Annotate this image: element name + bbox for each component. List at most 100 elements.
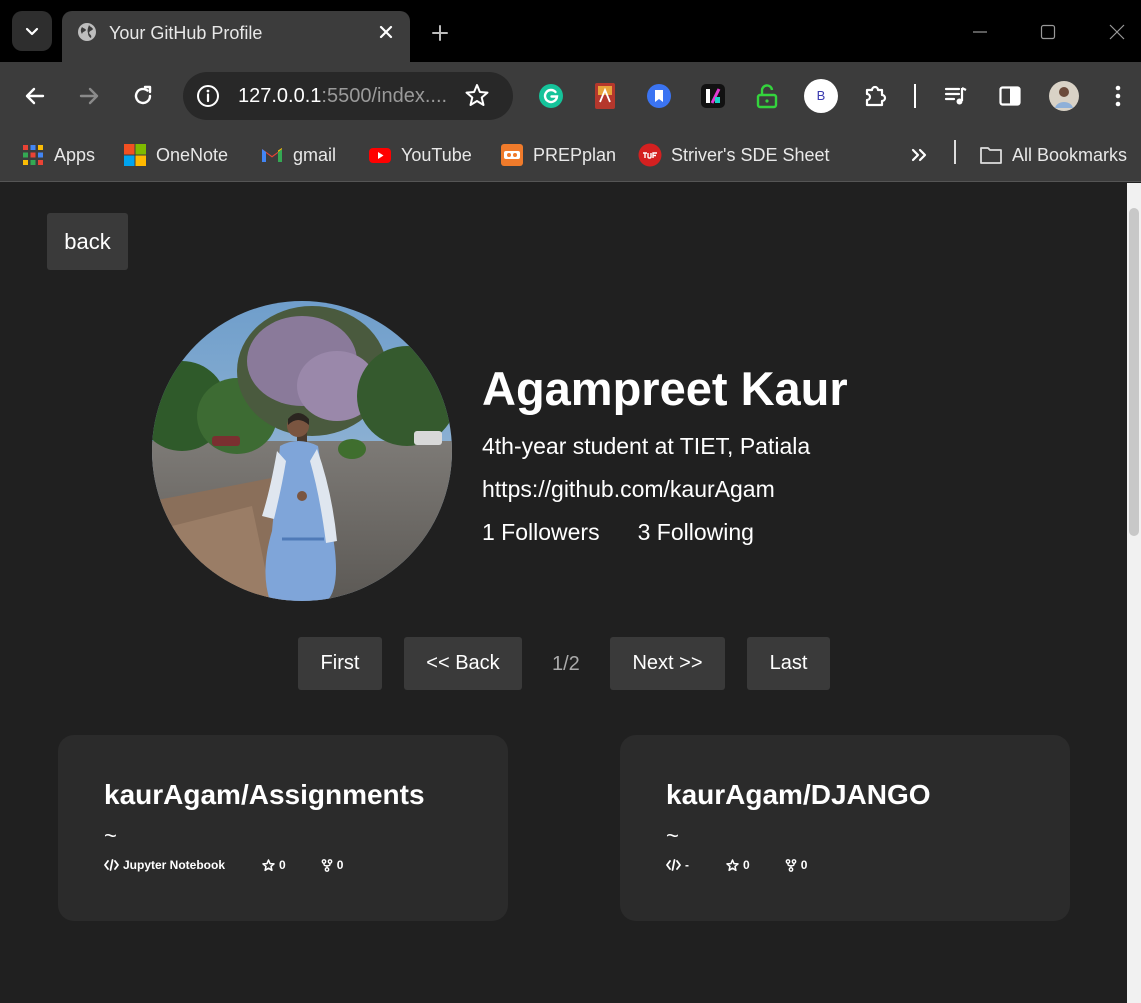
folder-icon — [980, 147, 1002, 164]
bookmarks-overflow-button[interactable] — [909, 140, 929, 170]
apps-grid-icon — [23, 145, 43, 165]
app-extension-icon — [701, 84, 725, 108]
repo-language: Jupyter Notebook — [104, 858, 225, 872]
bookmarks-divider — [954, 140, 956, 164]
back-button[interactable]: back — [47, 213, 128, 270]
repo-meta: - 0 0 — [666, 858, 807, 872]
repo-forks: 0 — [321, 858, 344, 872]
grammarly-icon — [539, 84, 563, 108]
bookmarks-bar: Apps OneNote gmail YouTube PREPplan Stri… — [0, 130, 1141, 182]
repo-language: - — [666, 858, 689, 872]
side-panel-button[interactable] — [992, 78, 1028, 114]
repo-forks-count: 0 — [336, 858, 344, 872]
chevron-down-icon — [25, 27, 39, 36]
site-info-icon[interactable] — [195, 83, 221, 109]
maximize-icon — [1040, 24, 1056, 40]
bookmark-label: Apps — [54, 144, 96, 165]
repo-name[interactable]: kaurAgam/Assignments — [104, 779, 425, 811]
scrollbar-thumb[interactable] — [1129, 208, 1139, 536]
bookmark-label: PREPplan — [533, 144, 617, 165]
follow-stats: 1 Followers 3 Following — [482, 519, 754, 546]
repo-name[interactable]: kaurAgam/DJANGO — [666, 779, 931, 811]
close-icon — [379, 25, 393, 39]
kebab-menu-icon — [1115, 85, 1121, 107]
new-tab-button[interactable] — [426, 20, 454, 46]
avatar — [1049, 81, 1079, 111]
forward-nav-button[interactable] — [70, 77, 108, 115]
profile-name: Agampreet Kaur — [482, 362, 848, 415]
star-icon[interactable] — [463, 82, 491, 110]
unlock-icon — [756, 84, 778, 109]
tuf-icon — [638, 143, 662, 167]
bookmark-onenote[interactable]: OneNote — [123, 140, 228, 170]
bookmark-icon — [647, 84, 671, 108]
gmail-icon — [262, 148, 282, 162]
profile-avatar-button[interactable] — [1046, 78, 1082, 114]
code-icon — [104, 859, 119, 871]
grammarly-extension[interactable] — [533, 78, 569, 114]
repo-card[interactable]: kaurAgam/DJANGO ~ - 0 0 — [620, 735, 1070, 921]
active-tab[interactable]: Your GitHub Profile — [62, 11, 410, 62]
youtube-icon — [369, 148, 391, 163]
last-page-button[interactable]: Last — [747, 637, 830, 690]
bookmark-gmail[interactable]: gmail — [260, 140, 336, 170]
bookmark-prepplan[interactable]: PREPplan — [500, 140, 616, 170]
bookmark-label: Striver's SDE Sheet — [671, 144, 830, 165]
pdf-icon — [595, 83, 615, 109]
fork-icon — [321, 858, 333, 872]
bookmark-youtube[interactable]: YouTube — [368, 140, 472, 170]
profile-bio: 4th-year student at TIET, Patiala — [482, 433, 811, 459]
reload-button[interactable] — [124, 77, 162, 115]
double-chevron-right-icon — [911, 148, 927, 162]
side-panel-icon — [999, 86, 1021, 106]
bookmark-striver[interactable]: Striver's SDE Sheet — [638, 140, 830, 170]
all-bookmarks-label: All Bookmarks — [1012, 144, 1128, 165]
globe-icon — [78, 23, 96, 41]
profile-photo — [152, 301, 452, 601]
bookmark-label: YouTube — [401, 144, 472, 165]
tab-title: Your GitHub Profile — [109, 23, 263, 43]
next-page-button[interactable]: Next >> — [610, 637, 725, 690]
profile-b-extension[interactable]: B — [803, 78, 839, 114]
toolbar-divider — [914, 84, 916, 108]
repo-meta: Jupyter Notebook 0 0 — [104, 858, 343, 872]
close-icon — [1109, 24, 1125, 40]
chrome-menu-button[interactable] — [1100, 78, 1136, 114]
prepplan-icon — [501, 144, 523, 166]
star-icon — [262, 858, 275, 871]
music-extension[interactable] — [695, 78, 731, 114]
plus-icon — [432, 25, 448, 41]
maximize-button[interactable] — [1033, 18, 1063, 46]
arrow-left-icon — [25, 87, 45, 105]
page-indicator: 1/2 — [552, 653, 580, 675]
previous-page-button[interactable]: << Back — [404, 637, 522, 690]
url-host: 127.0.0.1 — [238, 85, 322, 107]
bookmark-apps[interactable]: Apps — [21, 140, 95, 170]
url-path: :5500/index.... — [321, 85, 448, 107]
extensions-button[interactable] — [857, 78, 893, 114]
repo-description: ~ — [666, 823, 679, 848]
unlock-extension[interactable] — [749, 78, 785, 114]
star-icon — [726, 858, 739, 871]
back-nav-button[interactable] — [16, 77, 54, 115]
following-count: 3 Following — [637, 519, 754, 545]
repo-stars: 0 — [262, 858, 286, 872]
media-controls-button[interactable] — [938, 78, 974, 114]
first-page-button[interactable]: First — [298, 637, 382, 690]
all-bookmarks-button[interactable]: All Bookmarks — [979, 140, 1127, 170]
close-window-button[interactable] — [1102, 18, 1132, 46]
repo-description: ~ — [104, 823, 117, 848]
minimize-button[interactable] — [965, 18, 995, 46]
close-tab-button[interactable] — [375, 21, 397, 43]
address-bar[interactable]: 127.0.0.1:5500/index.... — [183, 72, 513, 120]
repo-forks: 0 — [785, 858, 807, 872]
repo-card[interactable]: kaurAgam/Assignments ~ Jupyter Notebook … — [58, 735, 508, 921]
repo-stars-count: 0 — [743, 858, 750, 872]
profile-url[interactable]: https://github.com/kaurAgam — [482, 476, 775, 503]
minimize-icon — [973, 31, 987, 33]
url-text[interactable]: 127.0.0.1:5500/index.... — [238, 85, 447, 108]
browser-toolbar: 127.0.0.1:5500/index.... B — [0, 62, 1141, 130]
pdf-extension[interactable] — [587, 78, 623, 114]
bookmark-extension[interactable] — [641, 78, 677, 114]
tab-search-button[interactable] — [12, 11, 52, 51]
